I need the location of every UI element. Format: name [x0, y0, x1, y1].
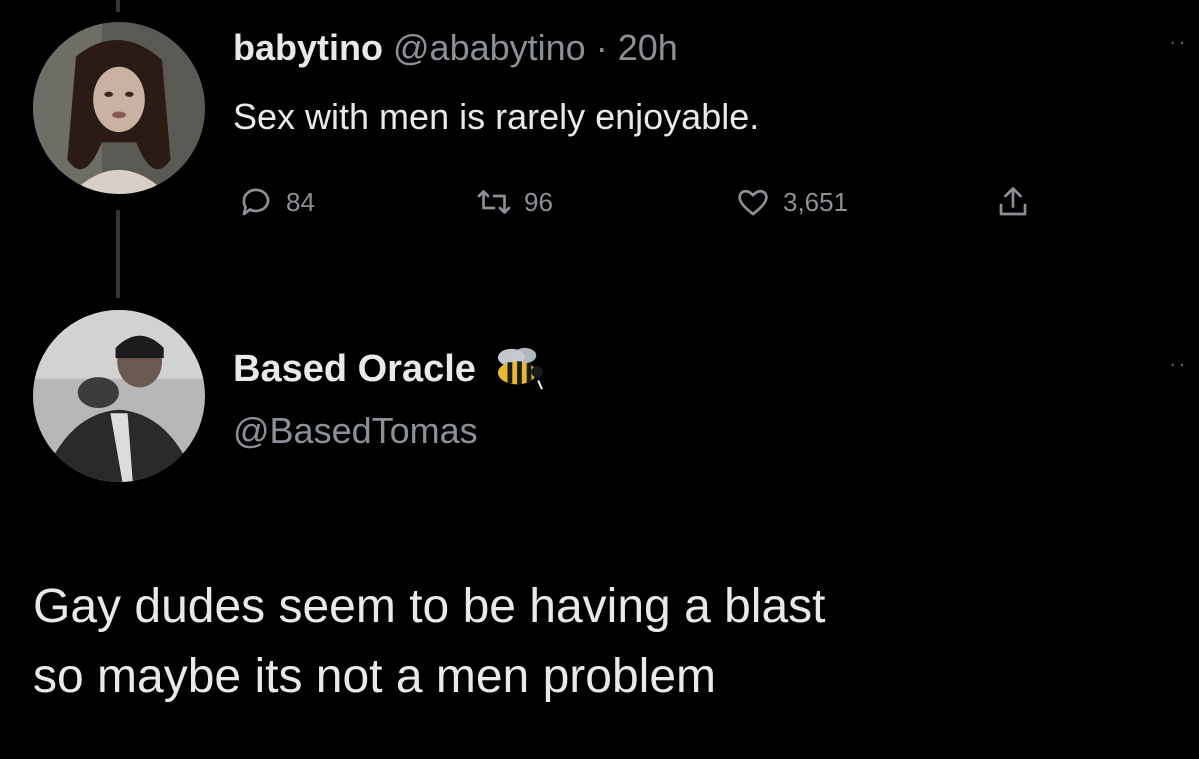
retweet-icon [477, 190, 511, 214]
timestamp[interactable]: 20h [618, 27, 678, 68]
thread-line [116, 210, 120, 298]
avatar-image [33, 310, 205, 482]
reply-icon [242, 188, 270, 216]
user-handle[interactable]: @BasedTomas [233, 410, 478, 452]
avatar-image [33, 22, 205, 194]
share-button[interactable] [995, 180, 1031, 224]
retweet-count: 96 [524, 186, 553, 217]
display-name[interactable]: Based Oracle [233, 348, 476, 390]
more-icon[interactable]: ·· [1169, 31, 1199, 53]
share-icon [999, 187, 1027, 216]
tweet-text-line: Gay dudes seem to be having a blast [33, 580, 826, 633]
display-name[interactable]: babytino [233, 27, 383, 68]
separator-dot: · [595, 27, 608, 68]
like-count: 3,651 [783, 186, 849, 217]
display-name-row: Based Oracle [233, 346, 548, 392]
reply-button[interactable]: 84 [238, 180, 315, 224]
avatar[interactable] [33, 310, 205, 482]
thread-line [116, 0, 120, 12]
reply-count: 84 [286, 186, 315, 217]
more-icon[interactable]: ·· [1169, 353, 1199, 375]
retweet-button[interactable]: 96 [476, 180, 553, 224]
tweet-text: Gay dudes seem to be having a blast so m… [33, 572, 1199, 712]
like-icon [738, 189, 768, 216]
bee-icon [497, 347, 543, 390]
avatar[interactable] [33, 22, 205, 194]
tweet-text-line: so maybe its not a men problem [33, 650, 716, 703]
user-handle[interactable]: @ababytino [393, 27, 586, 68]
tweet-text: Sex with men is rarely enjoyable. [233, 96, 760, 137]
like-button[interactable]: 3,651 [735, 180, 848, 224]
tweet-header: babytino @ababytino · 20h [233, 28, 678, 68]
